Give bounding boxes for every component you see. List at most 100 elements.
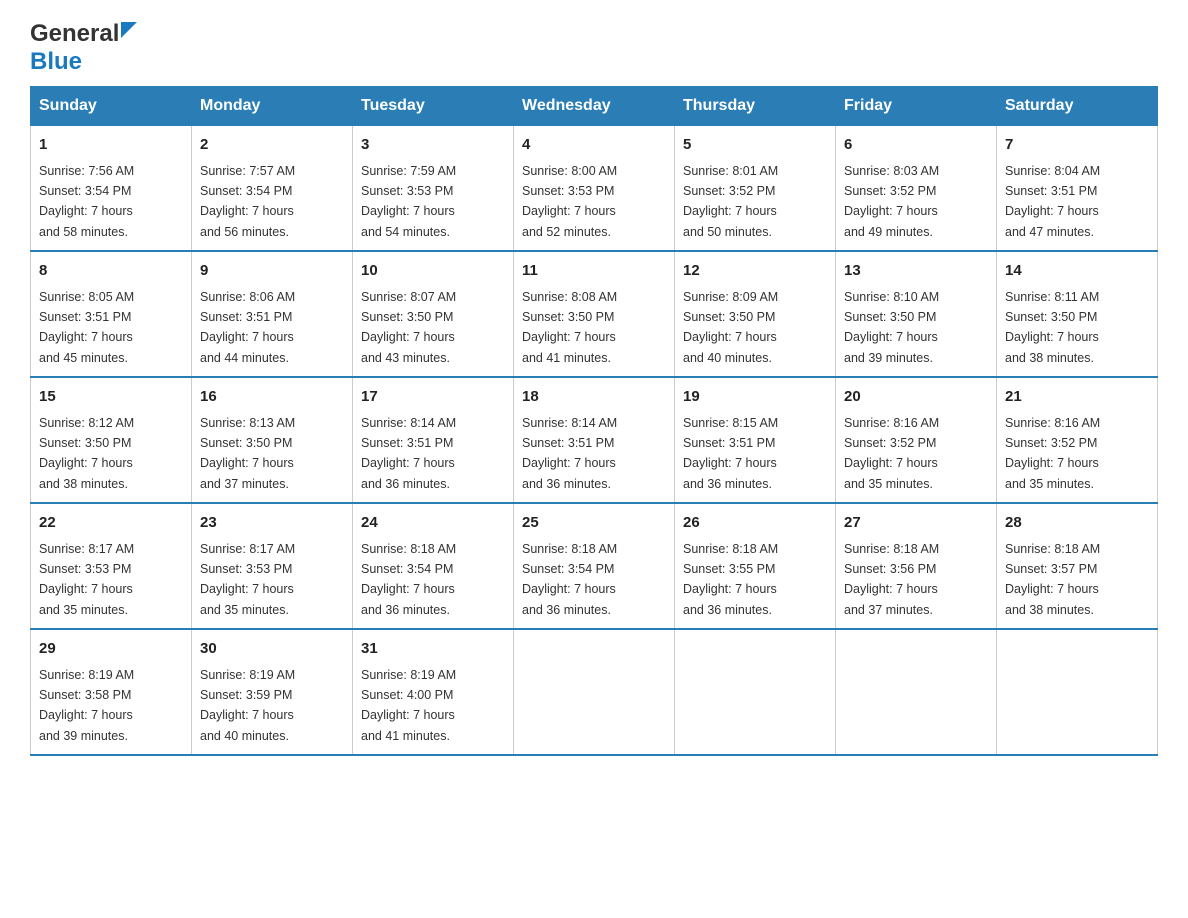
calendar-cell: 7 Sunrise: 8:04 AMSunset: 3:51 PMDaylight… <box>997 126 1158 252</box>
day-info: Sunrise: 7:56 AMSunset: 3:54 PMDaylight:… <box>39 164 134 239</box>
day-number: 14 <box>1005 260 1149 283</box>
calendar-cell: 13 Sunrise: 8:10 AMSunset: 3:50 PMDayligh… <box>836 251 997 377</box>
day-number: 18 <box>522 386 666 409</box>
calendar-week-row: 22 Sunrise: 8:17 AMSunset: 3:53 PMDayligh… <box>31 503 1158 629</box>
day-info: Sunrise: 8:16 AMSunset: 3:52 PMDaylight:… <box>844 416 939 491</box>
calendar-cell: 24Sunrise: 8:18 AMSunset: 3:54 PMDayligh… <box>353 503 514 629</box>
calendar-cell <box>675 629 836 755</box>
day-info: Sunrise: 8:19 AMSunset: 4:00 PMDaylight:… <box>361 668 456 743</box>
day-info: Sunrise: 8:18 AMSunset: 3:56 PMDaylight:… <box>844 542 939 617</box>
day-info: Sunrise: 8:10 AMSunset: 3:50 PMDaylight:… <box>844 290 939 365</box>
day-info: Sunrise: 8:00 AMSunset: 3:53 PMDaylight:… <box>522 164 617 239</box>
calendar-cell: 15 Sunrise: 8:12 AMSunset: 3:50 PMDayligh… <box>31 377 192 503</box>
calendar-cell: 25Sunrise: 8:18 AMSunset: 3:54 PMDayligh… <box>514 503 675 629</box>
calendar-cell: 12 Sunrise: 8:09 AMSunset: 3:50 PMDayligh… <box>675 251 836 377</box>
day-number: 6 <box>844 134 988 157</box>
calendar-cell: 5 Sunrise: 8:01 AMSunset: 3:52 PMDaylight… <box>675 126 836 252</box>
calendar-header-tuesday: Tuesday <box>353 87 514 126</box>
logo-general-text: General <box>30 20 119 48</box>
day-info: Sunrise: 8:15 AMSunset: 3:51 PMDaylight:… <box>683 416 778 491</box>
day-info: Sunrise: 8:19 AMSunset: 3:59 PMDaylight:… <box>200 668 295 743</box>
calendar-header-wednesday: Wednesday <box>514 87 675 126</box>
calendar-table: SundayMondayTuesdayWednesdayThursdayFrid… <box>30 86 1158 756</box>
calendar-cell: 8 Sunrise: 8:05 AMSunset: 3:51 PMDaylight… <box>31 251 192 377</box>
day-info: Sunrise: 8:04 AMSunset: 3:51 PMDaylight:… <box>1005 164 1100 239</box>
calendar-cell: 17 Sunrise: 8:14 AMSunset: 3:51 PMDayligh… <box>353 377 514 503</box>
day-number: 30 <box>200 638 344 661</box>
day-info: Sunrise: 8:17 AMSunset: 3:53 PMDaylight:… <box>39 542 134 617</box>
logo-blue-text: Blue <box>30 48 82 75</box>
day-info: Sunrise: 8:01 AMSunset: 3:52 PMDaylight:… <box>683 164 778 239</box>
day-info: Sunrise: 8:09 AMSunset: 3:50 PMDaylight:… <box>683 290 778 365</box>
day-info: Sunrise: 8:17 AMSunset: 3:53 PMDaylight:… <box>200 542 295 617</box>
day-number: 7 <box>1005 134 1149 157</box>
day-number: 5 <box>683 134 827 157</box>
day-info: Sunrise: 8:14 AMSunset: 3:51 PMDaylight:… <box>361 416 456 491</box>
calendar-header-monday: Monday <box>192 87 353 126</box>
day-number: 11 <box>522 260 666 283</box>
day-number: 19 <box>683 386 827 409</box>
day-info: Sunrise: 7:57 AMSunset: 3:54 PMDaylight:… <box>200 164 295 239</box>
day-number: 21 <box>1005 386 1149 409</box>
day-number: 20 <box>844 386 988 409</box>
day-number: 29 <box>39 638 183 661</box>
day-info: Sunrise: 8:16 AMSunset: 3:52 PMDaylight:… <box>1005 416 1100 491</box>
calendar-header-thursday: Thursday <box>675 87 836 126</box>
calendar-cell: 29 Sunrise: 8:19 AMSunset: 3:58 PMDayligh… <box>31 629 192 755</box>
logo-arrow-icon <box>121 22 137 43</box>
day-info: Sunrise: 8:18 AMSunset: 3:54 PMDaylight:… <box>361 542 456 617</box>
calendar-cell: 16Sunrise: 8:13 AMSunset: 3:50 PMDayligh… <box>192 377 353 503</box>
day-info: Sunrise: 8:12 AMSunset: 3:50 PMDaylight:… <box>39 416 134 491</box>
calendar-cell: 28Sunrise: 8:18 AMSunset: 3:57 PMDayligh… <box>997 503 1158 629</box>
day-info: Sunrise: 8:07 AMSunset: 3:50 PMDaylight:… <box>361 290 456 365</box>
page-header: General Blue <box>30 20 1158 76</box>
calendar-cell: 6Sunrise: 8:03 AMSunset: 3:52 PMDaylight… <box>836 126 997 252</box>
day-info: Sunrise: 8:18 AMSunset: 3:55 PMDaylight:… <box>683 542 778 617</box>
calendar-cell <box>514 629 675 755</box>
day-info: Sunrise: 8:18 AMSunset: 3:57 PMDaylight:… <box>1005 542 1100 617</box>
day-info: Sunrise: 8:06 AMSunset: 3:51 PMDaylight:… <box>200 290 295 365</box>
calendar-cell: 3Sunrise: 7:59 AMSunset: 3:53 PMDaylight… <box>353 126 514 252</box>
day-info: Sunrise: 8:05 AMSunset: 3:51 PMDaylight:… <box>39 290 134 365</box>
day-number: 1 <box>39 134 183 157</box>
calendar-cell <box>836 629 997 755</box>
calendar-cell: 31 Sunrise: 8:19 AMSunset: 4:00 PMDayligh… <box>353 629 514 755</box>
day-number: 12 <box>683 260 827 283</box>
day-number: 10 <box>361 260 505 283</box>
calendar-week-row: 29 Sunrise: 8:19 AMSunset: 3:58 PMDayligh… <box>31 629 1158 755</box>
day-number: 31 <box>361 638 505 661</box>
logo: General Blue <box>30 20 137 76</box>
day-number: 22 <box>39 512 183 535</box>
calendar-week-row: 15 Sunrise: 8:12 AMSunset: 3:50 PMDayligh… <box>31 377 1158 503</box>
calendar-cell: 19 Sunrise: 8:15 AMSunset: 3:51 PMDayligh… <box>675 377 836 503</box>
day-number: 8 <box>39 260 183 283</box>
calendar-cell: 23Sunrise: 8:17 AMSunset: 3:53 PMDayligh… <box>192 503 353 629</box>
day-info: Sunrise: 8:19 AMSunset: 3:58 PMDaylight:… <box>39 668 134 743</box>
day-info: Sunrise: 7:59 AMSunset: 3:53 PMDaylight:… <box>361 164 456 239</box>
day-number: 25 <box>522 512 666 535</box>
calendar-header-friday: Friday <box>836 87 997 126</box>
calendar-cell: 2 Sunrise: 7:57 AMSunset: 3:54 PMDaylight… <box>192 126 353 252</box>
day-info: Sunrise: 8:08 AMSunset: 3:50 PMDaylight:… <box>522 290 617 365</box>
calendar-week-row: 8 Sunrise: 8:05 AMSunset: 3:51 PMDaylight… <box>31 251 1158 377</box>
day-number: 4 <box>522 134 666 157</box>
calendar-cell: 4 Sunrise: 8:00 AMSunset: 3:53 PMDaylight… <box>514 126 675 252</box>
day-number: 2 <box>200 134 344 157</box>
day-number: 13 <box>844 260 988 283</box>
calendar-header-saturday: Saturday <box>997 87 1158 126</box>
calendar-cell: 9Sunrise: 8:06 AMSunset: 3:51 PMDaylight… <box>192 251 353 377</box>
day-number: 15 <box>39 386 183 409</box>
calendar-header-row: SundayMondayTuesdayWednesdayThursdayFrid… <box>31 87 1158 126</box>
day-number: 27 <box>844 512 988 535</box>
day-number: 17 <box>361 386 505 409</box>
calendar-cell: 27 Sunrise: 8:18 AMSunset: 3:56 PMDayligh… <box>836 503 997 629</box>
calendar-cell: 11 Sunrise: 8:08 AMSunset: 3:50 PMDayligh… <box>514 251 675 377</box>
calendar-cell: 22 Sunrise: 8:17 AMSunset: 3:53 PMDayligh… <box>31 503 192 629</box>
calendar-header-sunday: Sunday <box>31 87 192 126</box>
calendar-cell: 21 Sunrise: 8:16 AMSunset: 3:52 PMDayligh… <box>997 377 1158 503</box>
day-number: 26 <box>683 512 827 535</box>
calendar-cell: 10 Sunrise: 8:07 AMSunset: 3:50 PMDayligh… <box>353 251 514 377</box>
day-info: Sunrise: 8:14 AMSunset: 3:51 PMDaylight:… <box>522 416 617 491</box>
calendar-cell: 26 Sunrise: 8:18 AMSunset: 3:55 PMDayligh… <box>675 503 836 629</box>
calendar-cell: 18 Sunrise: 8:14 AMSunset: 3:51 PMDayligh… <box>514 377 675 503</box>
